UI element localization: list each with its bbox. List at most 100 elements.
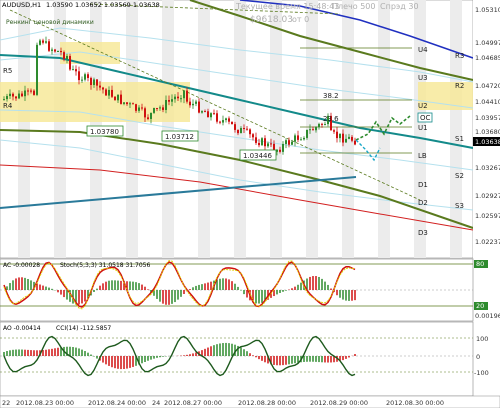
candle-body — [174, 96, 176, 100]
candle-body — [156, 108, 158, 110]
ohlc-label: 1.03590 1.03652 1.03569 1.03638 — [46, 1, 160, 9]
candle-body — [114, 96, 116, 101]
candle-body — [291, 141, 293, 145]
candle-body — [297, 135, 299, 140]
chart-canvas[interactable]: U4 U3 U2 U1 LB D1 D2 D3 R5 R4 R3 R2 S1 S… — [0, 0, 500, 409]
ao-label: AO -0.00414 — [3, 325, 41, 332]
trading-chart-window[interactable]: U4 U3 U2 U1 LB D1 D2 D3 R5 R4 R3 R2 S1 S… — [0, 0, 500, 409]
candle-body — [57, 51, 59, 53]
candle-body — [219, 121, 221, 123]
candle-body — [51, 49, 53, 51]
candle-body — [315, 127, 317, 131]
candle-body — [6, 96, 8, 100]
candle-body — [105, 89, 107, 96]
candle-body — [63, 52, 65, 60]
pivot-label-r4: R4 — [3, 102, 13, 110]
leverage-text: Плечо 500 — [332, 2, 375, 11]
pivot-label-s3: S3 — [455, 202, 464, 210]
time-tick-5: 2012.08.28 00:00 — [238, 399, 296, 407]
candle-body — [189, 101, 191, 106]
candle-body — [12, 93, 14, 97]
candle-body — [135, 104, 137, 111]
candle-body — [159, 107, 161, 109]
session-stripe — [450, 0, 462, 258]
candle-body — [21, 93, 23, 97]
symbol-label: AUDUSD,H1 — [2, 1, 41, 9]
level-label-u1: U1 — [418, 124, 428, 132]
candle-body — [237, 129, 239, 134]
candle-body — [96, 79, 98, 86]
candle-body — [90, 77, 92, 85]
session-stripe — [198, 0, 210, 258]
price-tick-3: 1.04720 — [475, 82, 500, 90]
candle-body — [204, 111, 206, 113]
pivot-label-r3: R3 — [455, 52, 464, 60]
candle-body — [171, 99, 173, 102]
candle-body — [321, 123, 323, 125]
candle-body — [210, 113, 212, 118]
candle-body — [39, 40, 41, 45]
candle-body — [318, 123, 320, 128]
price-tick-4: 1.04410 — [475, 98, 500, 106]
candle-body — [348, 136, 350, 139]
candle-body — [33, 90, 35, 95]
level-label-u4: U4 — [418, 46, 428, 54]
time-tick-4: 2012.08.27 00:00 — [164, 399, 222, 407]
candle-body — [324, 124, 326, 126]
candle-body — [225, 118, 227, 121]
candle-body — [339, 133, 341, 139]
candle-body — [87, 74, 89, 78]
candle-body — [129, 103, 131, 105]
candle-body — [312, 129, 314, 131]
candle-body — [9, 93, 11, 97]
time-tick-2: 2012.08.24 00:00 — [88, 399, 146, 407]
level-label-d2: D2 — [418, 199, 428, 207]
price-tick-11: 1.02237 — [475, 238, 500, 246]
pivot-label-r2: R2 — [455, 82, 464, 90]
candle-body — [81, 79, 83, 81]
candle-body — [183, 90, 185, 99]
time-axis[interactable]: 22 2012.08.23 00:00 2012.08.24 00:00 24 … — [0, 395, 500, 409]
candle-body — [228, 118, 230, 122]
fib-label-236: 23.6 — [323, 115, 339, 123]
candle-body — [258, 142, 260, 146]
candle-body — [213, 113, 215, 115]
price-axis[interactable]: 1.05310 1.04997 1.04685 1.04720 1.04410 … — [473, 0, 500, 258]
session-stripe — [270, 0, 282, 258]
candle-body — [354, 140, 356, 145]
stoch-80-label: 80 — [476, 260, 484, 268]
candle-body — [30, 90, 32, 92]
candle-body — [216, 113, 218, 122]
candle-body — [150, 112, 152, 119]
cci-minus100-tick: -100 — [474, 369, 489, 377]
server-time: Текущее время 15:48:43 — [235, 2, 339, 11]
candle-body — [240, 128, 242, 134]
candle-body — [153, 108, 155, 113]
candle-body — [15, 96, 17, 99]
main-price-panel[interactable]: U4 U3 U2 U1 LB D1 D2 D3 R5 R4 R3 R2 S1 S… — [0, 0, 474, 259]
candle-body — [66, 55, 68, 60]
candle-body — [246, 128, 248, 130]
candle-body — [186, 90, 188, 102]
indicator-note: Ренкинг ценовой динамики — [6, 19, 94, 26]
ac-stoch-panel[interactable]: AC -0.00028 Stoch(5,3,3) 31.0518 31.7056… — [0, 258, 500, 322]
stoch-label: Stoch(5,3,3) 31.0518 31.7056 — [60, 262, 151, 269]
price-tick-8: 1.03267 — [475, 164, 500, 172]
candle-body — [120, 94, 122, 104]
candle-body — [288, 140, 290, 145]
candle-body — [78, 71, 80, 81]
price-tick-1: 1.04997 — [475, 39, 500, 47]
candle-body — [72, 69, 74, 71]
low-label-2: 1.03712 — [165, 133, 194, 141]
low-label-3: 1.03446 — [243, 152, 272, 160]
session-stripe — [342, 0, 354, 258]
cci-label: CCI(14) -112.5857 — [56, 325, 111, 332]
candle-body — [231, 121, 233, 125]
candle-body — [267, 143, 269, 147]
candle-body — [270, 143, 272, 145]
candle-body — [144, 108, 146, 118]
ac-min-label: 0.00196 — [475, 312, 500, 320]
candle-body — [306, 129, 308, 138]
candle-body — [126, 102, 128, 105]
ao-cci-panel[interactable]: AO -0.00414 CCI(14) -112.5857 100 0 -100 — [0, 321, 489, 397]
